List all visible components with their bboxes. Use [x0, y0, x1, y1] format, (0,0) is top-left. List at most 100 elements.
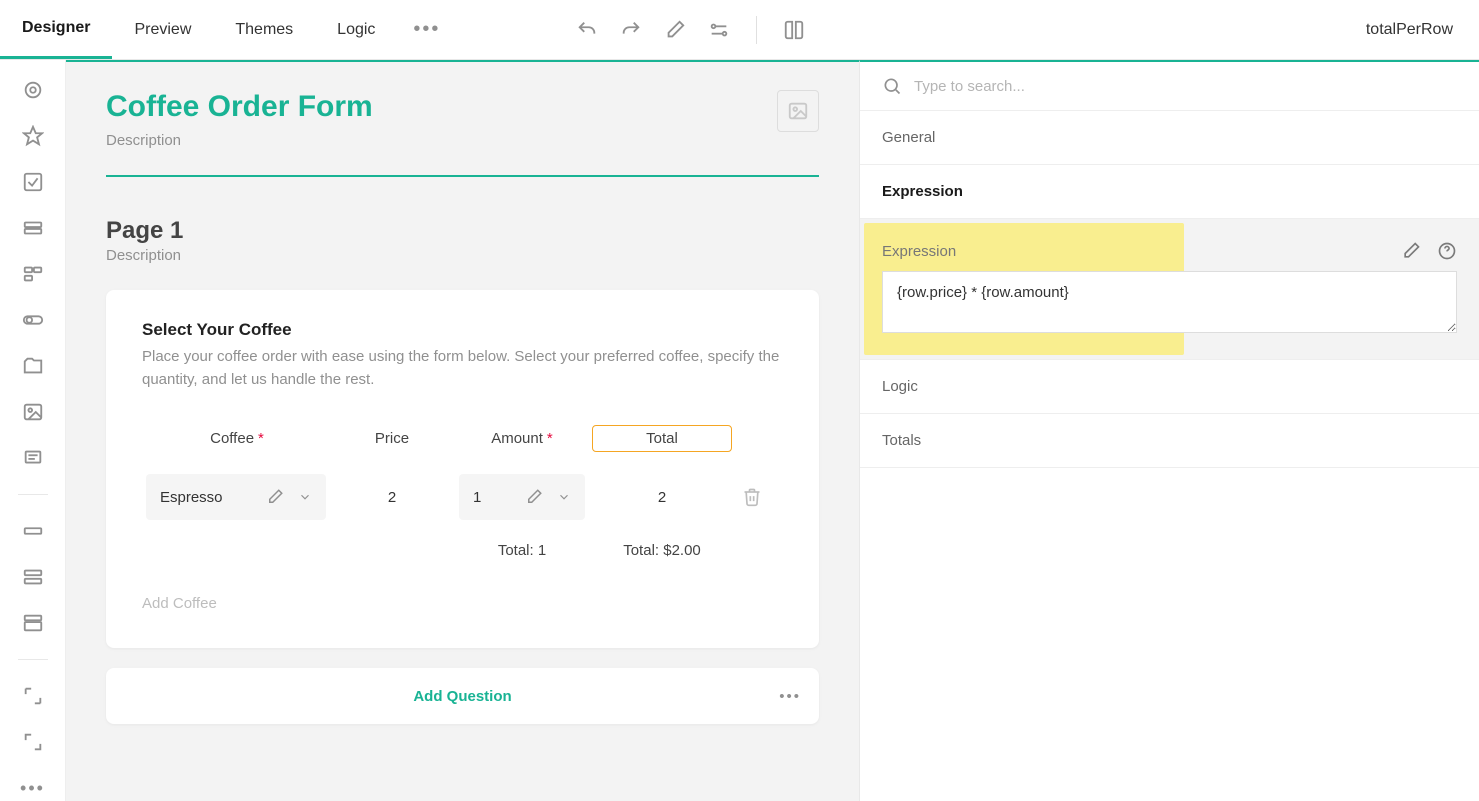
dropdown-tool-icon[interactable]: [21, 216, 45, 240]
toolbox-rail: •••: [0, 60, 66, 801]
eraser-icon[interactable]: [664, 19, 686, 41]
panel-tool-icon[interactable]: [21, 611, 45, 635]
section-totals-label: Totals: [882, 432, 921, 449]
add-question-bar[interactable]: Add Question •••: [106, 668, 819, 724]
col-coffee-label: Coffee: [210, 430, 254, 447]
book-icon[interactable]: [783, 19, 805, 41]
required-mark: *: [258, 430, 264, 447]
redo-icon[interactable]: [620, 19, 642, 41]
totals-total: Total: $2.00: [592, 536, 732, 565]
cell-coffee: Espresso: [142, 470, 332, 524]
expression-textarea[interactable]: [882, 271, 1457, 333]
col-price-label: Price: [375, 430, 409, 447]
clear-icon[interactable]: [519, 488, 549, 506]
col-total-header[interactable]: Total: [592, 425, 732, 452]
rating-tool-icon[interactable]: [21, 124, 45, 148]
page-title[interactable]: Page 1: [106, 217, 819, 245]
boolean-tool-icon[interactable]: [21, 308, 45, 332]
price-value: 2: [388, 489, 396, 506]
add-question-more-icon[interactable]: •••: [779, 688, 801, 705]
amount-dropdown-value: 1: [473, 489, 519, 506]
form-header: Coffee Order Form Description: [66, 62, 859, 159]
expand-tool-icon[interactable]: [21, 684, 45, 708]
section-logic-label: Logic: [882, 378, 918, 395]
col-total-label: Total: [646, 430, 678, 447]
collapse-tool-icon[interactable]: [21, 730, 45, 754]
top-bar: Designer Preview Themes Logic ••• totalP…: [0, 0, 1479, 60]
col-actions-header: [732, 435, 772, 443]
section-expression[interactable]: Expression: [860, 165, 1479, 219]
tab-logic-label: Logic: [337, 21, 375, 39]
logo-placeholder[interactable]: [777, 90, 819, 132]
tagbox-tool-icon[interactable]: [21, 262, 45, 286]
tab-preview-label: Preview: [134, 21, 191, 39]
col-amount-header[interactable]: Amount*: [452, 426, 592, 451]
form-description[interactable]: Description: [106, 132, 373, 149]
property-search-input[interactable]: [914, 78, 1457, 95]
top-toolbar: [576, 16, 805, 44]
clear-icon[interactable]: [260, 488, 290, 506]
page-description[interactable]: Description: [106, 247, 819, 264]
expression-field-label: Expression: [882, 243, 956, 260]
chevron-down-icon[interactable]: [549, 490, 579, 504]
settings-sliders-icon[interactable]: [708, 19, 730, 41]
property-panel: General Expression Expression Logic Tota…: [859, 60, 1479, 801]
tab-logic[interactable]: Logic: [315, 0, 397, 59]
rail-divider-2: [18, 659, 48, 660]
file-tool-icon[interactable]: [21, 354, 45, 378]
coffee-dropdown[interactable]: Espresso: [146, 474, 326, 520]
tab-designer-label: Designer: [22, 19, 90, 37]
selected-property-name: totalPerRow: [1340, 21, 1479, 39]
design-canvas[interactable]: Coffee Order Form Description Page 1 Des…: [66, 60, 859, 801]
tabs-more-button[interactable]: •••: [397, 18, 456, 41]
question-card[interactable]: Select Your Coffee Place your coffee ord…: [106, 290, 819, 648]
section-expression-label: Expression: [882, 183, 963, 200]
rail-more-icon[interactable]: •••: [21, 776, 45, 800]
tab-themes-label: Themes: [235, 21, 293, 39]
undo-icon[interactable]: [576, 19, 598, 41]
image-tool-icon[interactable]: [21, 400, 45, 424]
delete-row-button[interactable]: [732, 483, 772, 511]
col-amount-label: Amount: [491, 430, 543, 447]
cell-total: 2: [592, 485, 732, 510]
col-coffee-header[interactable]: Coffee*: [142, 426, 332, 451]
matrix-totals-row: Total: 1 Total: $2.00: [142, 536, 783, 565]
question-title[interactable]: Select Your Coffee: [142, 320, 783, 340]
total-value: 2: [658, 489, 666, 506]
toolbar-separator: [756, 16, 757, 44]
form-title[interactable]: Coffee Order Form: [106, 90, 373, 124]
chevron-down-icon[interactable]: [290, 490, 320, 504]
section-totals[interactable]: Totals: [860, 414, 1479, 468]
totals-amount: Total: 1: [452, 536, 592, 565]
section-general[interactable]: General: [860, 111, 1479, 165]
expression-editor-body: Expression: [860, 219, 1479, 360]
matrix-grid: Coffee* Price Amount* Total Espresso 2: [142, 425, 783, 565]
cell-amount: 1: [452, 470, 592, 524]
question-description[interactable]: Place your coffee order with ease using …: [142, 346, 782, 391]
radiogroup-tool-icon[interactable]: [21, 78, 45, 102]
col-price-header[interactable]: Price: [332, 426, 452, 451]
search-icon: [882, 76, 902, 96]
rail-divider: [18, 494, 48, 495]
required-mark: *: [547, 430, 553, 447]
add-question-label: Add Question: [413, 688, 511, 705]
coffee-dropdown-value: Espresso: [160, 489, 260, 506]
cell-price: 2: [332, 485, 452, 510]
tab-preview[interactable]: Preview: [112, 0, 213, 59]
tab-designer[interactable]: Designer: [0, 0, 112, 59]
tab-themes[interactable]: Themes: [213, 0, 315, 59]
matrix-header-row: Coffee* Price Amount* Total: [142, 425, 783, 452]
main-area: ••• Coffee Order Form Description Page 1…: [0, 60, 1479, 801]
matrix-data-row: Espresso 2 1 2: [142, 470, 783, 524]
multipletext-tool-icon[interactable]: [21, 565, 45, 589]
section-logic[interactable]: Logic: [860, 360, 1479, 414]
add-row-button[interactable]: Add Coffee: [142, 595, 783, 612]
page-header: Page 1 Description: [66, 177, 859, 276]
help-icon[interactable]: [1437, 241, 1457, 261]
amount-dropdown[interactable]: 1: [459, 474, 585, 520]
top-tabs: Designer Preview Themes Logic •••: [0, 0, 456, 59]
clear-expression-icon[interactable]: [1401, 241, 1421, 261]
singleinput-tool-icon[interactable]: [21, 519, 45, 543]
comment-tool-icon[interactable]: [21, 446, 45, 470]
checkbox-tool-icon[interactable]: [21, 170, 45, 194]
